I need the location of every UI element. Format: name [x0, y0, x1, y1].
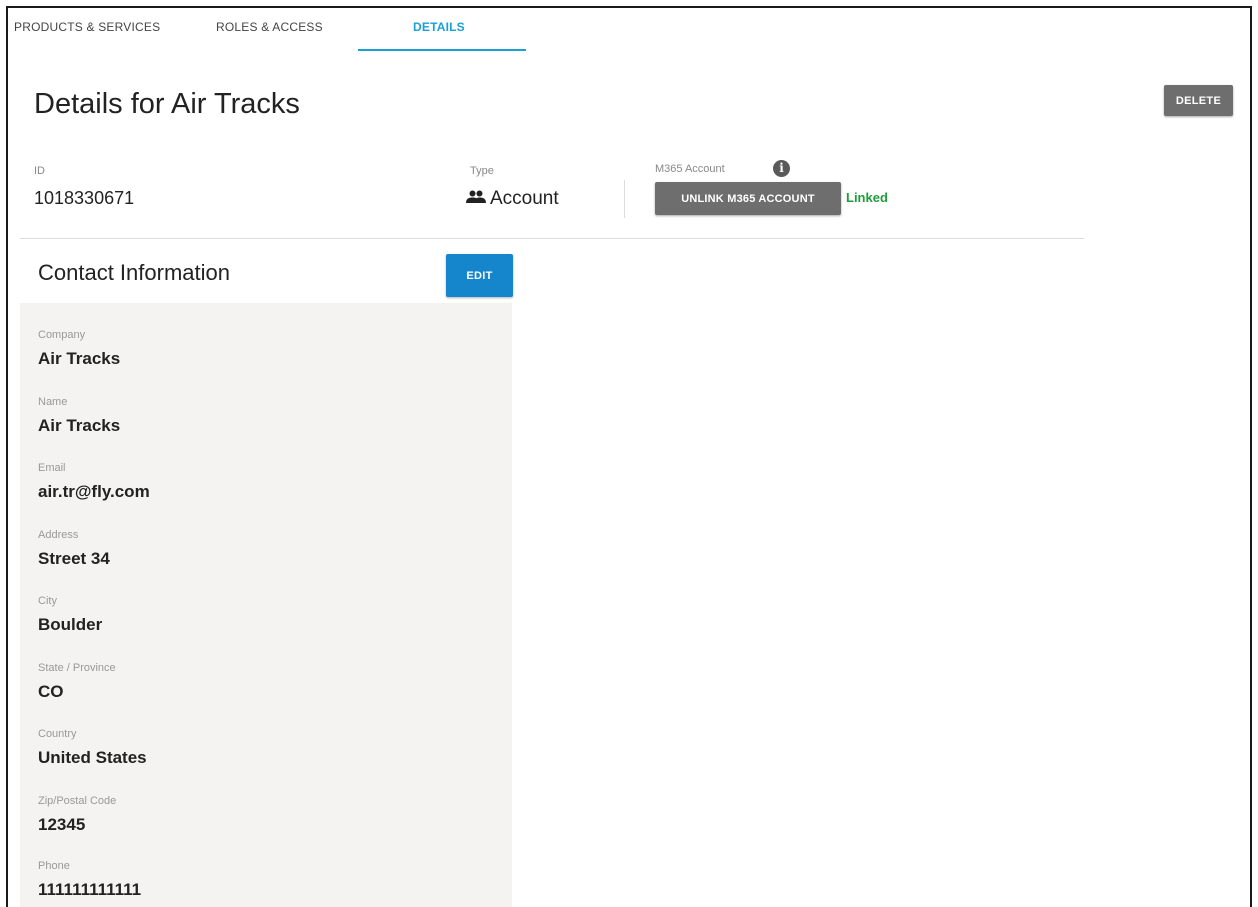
- type-value: Account: [490, 188, 559, 209]
- field-value: United States: [38, 748, 147, 767]
- field-label: Country: [38, 728, 77, 740]
- field-label: Address: [38, 529, 79, 541]
- field-value: Air Tracks: [38, 416, 121, 435]
- delete-button[interactable]: DELETE: [1164, 85, 1233, 116]
- unlink-m365-account-button[interactable]: UNLINK M365 ACCOUNT: [655, 182, 841, 215]
- active-tab-indicator: [358, 49, 526, 51]
- field-value: Air Tracks: [38, 349, 121, 368]
- field-label: Company: [38, 329, 86, 341]
- tab-bar: PRODUCTS & SERVICES ROLES & ACCESS DETAI…: [8, 8, 1250, 52]
- tab-roles-access[interactable]: ROLES & ACCESS: [216, 20, 323, 34]
- field-label: Phone: [38, 860, 70, 872]
- field-city: City Boulder: [38, 595, 102, 635]
- m365-account-label: M365 Account: [655, 163, 725, 175]
- details-page: PRODUCTS & SERVICES ROLES & ACCESS DETAI…: [6, 6, 1252, 907]
- edit-button[interactable]: EDIT: [446, 254, 513, 297]
- field-label: Name: [38, 396, 68, 408]
- field-phone: Phone 111111111111: [38, 860, 141, 900]
- tab-details[interactable]: DETAILS: [413, 20, 465, 34]
- field-country: Country United States: [38, 728, 147, 768]
- contact-panel: Company Air Tracks Name Air Tracks Email…: [20, 303, 512, 907]
- field-zip-postal-code: Zip/Postal Code 12345: [38, 795, 116, 835]
- page-title: Details for Air Tracks: [34, 88, 300, 120]
- id-label: ID: [34, 165, 45, 177]
- field-label: Email: [38, 462, 66, 474]
- field-value: CO: [38, 682, 64, 701]
- field-address: Address Street 34: [38, 529, 110, 569]
- linked-status: Linked: [846, 190, 888, 205]
- field-label: City: [38, 595, 57, 607]
- field-label: Zip/Postal Code: [38, 795, 117, 807]
- divider: [624, 180, 625, 218]
- type-value-container: Account: [466, 188, 559, 210]
- contact-information-title: Contact Information: [38, 260, 230, 285]
- tab-products-services[interactable]: PRODUCTS & SERVICES: [14, 20, 160, 34]
- field-value: 111111111111: [38, 880, 142, 899]
- field-company: Company Air Tracks: [38, 329, 120, 369]
- field-value: Street 34: [38, 549, 110, 568]
- field-name: Name Air Tracks: [38, 396, 120, 436]
- section-divider: [20, 238, 1084, 239]
- id-value: 1018330671: [34, 188, 135, 208]
- field-state-province: State / Province CO: [38, 662, 116, 702]
- field-value: air.tr@fly.com: [38, 482, 150, 501]
- info-icon[interactable]: i: [773, 160, 790, 177]
- field-email: Email air.tr@fly.com: [38, 462, 150, 502]
- field-value: Boulder: [38, 615, 103, 634]
- field-value: 12345: [38, 815, 86, 834]
- type-label: Type: [470, 165, 494, 177]
- field-label: State / Province: [38, 662, 116, 674]
- people-icon: [466, 188, 486, 210]
